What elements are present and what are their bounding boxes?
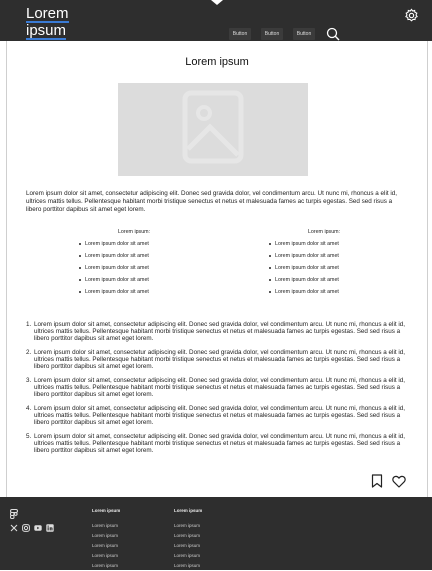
item-text: Lorem ipsum dolor sit amet, consectetur … xyxy=(34,349,405,370)
ordered-list-item: 4. Lorem ipsum dolor sit amet, consectetu… xyxy=(26,405,411,433)
footer-link[interactable]: Lorem ipsum xyxy=(174,541,202,551)
footer-column-2: Lorem ipsum Lorem ipsum Lorem ipsum Lore… xyxy=(174,508,202,571)
item-number: 2. xyxy=(26,349,32,356)
item-text: Lorem ipsum dolor sit amet, consectetur … xyxy=(34,405,405,426)
item-text: Lorem ipsum dolor sit amet, consectetur … xyxy=(34,377,405,398)
bookmark-icon[interactable] xyxy=(371,474,383,488)
linkedin-icon[interactable] xyxy=(46,524,54,532)
footer-column-header: Lorem ipsum xyxy=(92,508,121,513)
page-title: Lorem ipsum xyxy=(185,56,249,68)
list-item: Lorem ipsum dolor sit amet xyxy=(269,238,379,250)
ordered-list-item: 5. Lorem ipsum dolor sit amet, consectetu… xyxy=(26,433,411,461)
item-number: 1. xyxy=(26,321,32,328)
footer-column-header: Lorem ipsum xyxy=(174,508,203,513)
ordered-list-item: 1. Lorem ipsum dolor sit amet, consectetu… xyxy=(26,321,411,349)
item-text: Lorem ipsum dolor sit amet, consectetur … xyxy=(34,321,405,342)
image-placeholder xyxy=(118,83,308,176)
list-item: Lorem ipsum dolor sit amet xyxy=(269,250,379,262)
list-item: Lorem ipsum dolor sit amet xyxy=(79,262,189,274)
footer-column-1: Lorem ipsum Lorem ipsum Lorem ipsum Lore… xyxy=(92,508,120,571)
figma-logo-icon xyxy=(10,509,18,519)
ordered-list: 1. Lorem ipsum dolor sit amet, consectetu… xyxy=(26,321,411,461)
nav-notch xyxy=(211,0,223,5)
list-item: Lorem ipsum dolor sit amet xyxy=(79,238,189,250)
list-item: Lorem ipsum dolor sit amet xyxy=(79,286,189,298)
footer-link[interactable]: Lorem ipsum xyxy=(92,531,120,541)
footer-link[interactable]: Lorem ipsum xyxy=(92,551,120,561)
top-nav-bar: Lorem ipsum Button Button Button xyxy=(0,0,432,41)
bullet-list-left: Lorem ipsum: Lorem ipsum dolor sit amet … xyxy=(79,229,189,298)
item-text: Lorem ipsum dolor sit amet, consectetur … xyxy=(34,433,405,454)
footer-link[interactable]: Lorem ipsum xyxy=(92,541,120,551)
nav-button-3[interactable]: Button xyxy=(293,28,315,40)
gear-icon[interactable] xyxy=(404,8,419,23)
intro-paragraph: Lorem ipsum dolor sit amet, consectetur … xyxy=(26,190,397,213)
item-number: 4. xyxy=(26,405,32,412)
image-placeholder-icon xyxy=(182,90,244,164)
footer-link[interactable]: Lorem ipsum xyxy=(174,551,202,561)
youtube-icon[interactable] xyxy=(34,524,42,532)
nav-button-2[interactable]: Button xyxy=(261,28,283,40)
list-item: Lorem ipsum dolor sit amet xyxy=(79,250,189,262)
logo-line-1: Lorem xyxy=(26,5,69,23)
ordered-list-item: 3. Lorem ipsum dolor sit amet, consectetu… xyxy=(26,377,411,405)
content-card: Lorem ipsum Lorem ipsum dolor sit amet, … xyxy=(6,41,428,497)
footer-link[interactable]: Lorem ipsum xyxy=(174,521,202,531)
list-item: Lorem ipsum dolor sit amet xyxy=(269,262,379,274)
list-left-header: Lorem ipsum: xyxy=(117,229,151,235)
footer-link[interactable]: Lorem ipsum xyxy=(92,521,120,531)
nav-button-1[interactable]: Button xyxy=(229,28,251,40)
instagram-icon[interactable] xyxy=(22,524,30,532)
bullet-list-right: Lorem ipsum: Lorem ipsum dolor sit amet … xyxy=(269,229,379,298)
item-number: 3. xyxy=(26,377,32,384)
search-icon[interactable] xyxy=(326,27,340,41)
list-item: Lorem ipsum dolor sit amet xyxy=(269,274,379,286)
site-logo[interactable]: Lorem ipsum xyxy=(26,6,82,40)
x-icon[interactable] xyxy=(10,524,18,532)
ordered-list-item: 2. Lorem ipsum dolor sit amet, consectetu… xyxy=(26,349,411,377)
site-footer: Lorem ipsum Lorem ipsum Lorem ipsum Lore… xyxy=(0,497,432,570)
footer-link[interactable]: Lorem ipsum xyxy=(174,531,202,541)
logo-line-2: ipsum xyxy=(26,22,67,40)
item-number: 5. xyxy=(26,433,32,440)
list-item: Lorem ipsum dolor sit amet xyxy=(79,274,189,286)
heart-icon[interactable] xyxy=(392,475,406,488)
list-right-header: Lorem ipsum: xyxy=(307,229,341,235)
list-item: Lorem ipsum dolor sit amet xyxy=(269,286,379,298)
